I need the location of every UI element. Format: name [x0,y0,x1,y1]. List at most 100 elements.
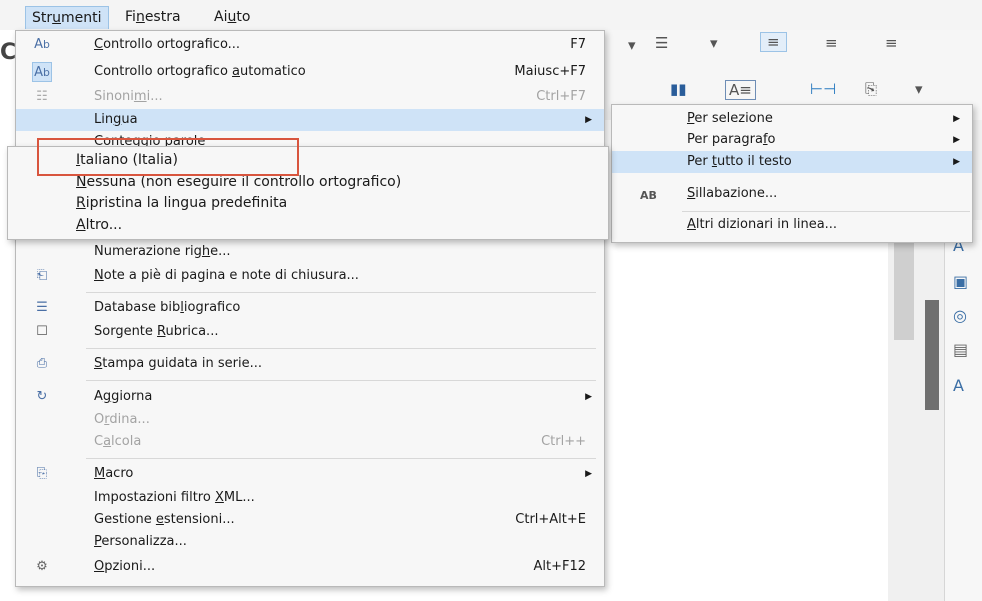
gallery-icon[interactable]: ▣ [953,272,975,292]
align-left-icon[interactable]: ≡ [760,32,787,52]
navigator-icon[interactable]: ◎ [953,306,975,326]
menu-item-address-book[interactable]: ☐ Sorgente Rubrica... [16,321,604,343]
submenu-item-more-dictionaries[interactable]: Altri dizionari in linea... [612,214,972,236]
document-partial-text: C [0,40,17,65]
menu-separator [86,380,596,381]
spellcheck-icon: Ab [34,37,50,52]
options-gear-icon: ⚙ [36,559,48,574]
menu-aiuto[interactable]: Aiuto [208,6,256,28]
shortcut-text: Ctrl+F7 [536,89,586,104]
submenu-item-label: Per selezione [687,111,773,126]
align-center-icon[interactable]: ≡ [825,34,838,52]
field-icon[interactable]: ⎘ [865,80,877,98]
submenu-item-label: Altri dizionari in linea... [687,217,838,232]
submenu-item-label: Sillabazione... [687,186,778,201]
submenu-arrow-icon: ▶ [585,469,592,479]
menu-item-update[interactable]: ↻ Aggiorna ▶ [16,386,604,408]
align-right-icon[interactable]: ≡ [885,34,898,52]
menu-item-label: Macro [94,466,134,481]
submenu-arrow-icon: ▶ [585,115,592,125]
menu-item-label: Sinonimi... [94,89,163,104]
refresh-icon: ↻ [36,389,48,404]
sidebar-collapse-handle[interactable] [925,300,939,410]
menu-item-label: Note a piè di pagina e note di chiusura.… [94,268,359,283]
page-area [828,180,888,601]
menu-item-label: Aggiorna [94,389,153,404]
shortcut-text: Maiusc+F7 [514,64,586,79]
submenu-arrow-icon: ▶ [953,157,960,167]
menu-separator [86,458,596,459]
menu-separator [86,292,596,293]
menu-strumenti[interactable]: Strumenti [25,6,109,29]
menu-item-language[interactable]: Lingua ▶ [16,109,604,131]
menu-finestra[interactable]: Finestra [119,6,187,28]
numbered-list-icon[interactable]: ☰ [655,34,668,52]
menu-item-options[interactable]: ⚙ Opzioni... Alt+F12 [16,556,604,578]
menu-item-auto-spellcheck[interactable]: Ab Controllo ortografico automatico Maiu… [16,61,604,83]
dropdown-arrow-icon[interactable]: ▾ [915,80,923,98]
menu-item-label: Lingua [94,112,138,127]
submenu-arrow-icon: ▶ [953,135,960,145]
language-option-label: Ripristina la lingua predefinita [76,195,288,211]
vertical-scrollbar[interactable] [894,230,914,340]
shortcut-text: Ctrl+Alt+E [515,512,586,527]
submenu-item-hyphenation[interactable]: AB Sillabazione... [612,183,972,205]
menu-item-label: Stampa guidata in serie... [94,356,262,371]
annotation-highlight-box [37,138,299,176]
page-icon[interactable]: ▤ [953,340,975,360]
menu-item-label: Impostazioni filtro XML... [94,490,255,505]
submenu-item-label: Per tutto il testo [687,154,792,169]
menu-item-spellcheck[interactable]: Ab Controllo ortografico... F7 [16,34,604,56]
language-option-more[interactable]: Altro... [76,214,122,236]
menu-item-sort: Ordina... [16,409,604,431]
language-option-reset-default[interactable]: Ripristina la lingua predefinita [76,192,287,214]
menu-strumenti-label: Strumenti [32,10,102,26]
shortcut-text: F7 [570,37,586,52]
menu-item-label: Controllo ortografico automatico [94,64,306,79]
horizontal-line-icon[interactable]: ⊢⊣ [810,80,836,98]
submenu-item-label: Per paragrafo [687,132,776,147]
menu-item-label: Ordina... [94,412,150,427]
footnote-icon: ⎗ [36,268,48,283]
bibliography-icon: ☰ [36,300,48,315]
tools-menu: Ab Controllo ortografico... F7 Ab Contro… [15,30,605,587]
language-submenu: Per selezione ▶ Per paragrafo ▶ Per tutt… [611,104,973,243]
dropdown-arrow-icon[interactable]: ▾ [628,36,636,54]
menu-item-label: Controllo ortografico... [94,37,241,52]
text-box-icon[interactable]: A≡ [725,80,756,100]
menu-item-macro[interactable]: ⎘ Macro ▶ [16,463,604,485]
menu-item-calculate: Calcola Ctrl++ [16,431,604,453]
menu-item-xml-filter[interactable]: Impostazioni filtro XML... [16,487,604,509]
auto-spellcheck-icon: Ab [32,62,52,82]
menu-item-label: Gestione estensioni... [94,512,235,527]
macro-icon: ⎘ [36,466,48,481]
submenu-item-for-selection[interactable]: Per selezione ▶ [612,108,972,130]
submenu-item-for-all-text[interactable]: Per tutto il testo ▶ [612,151,972,173]
menu-separator [682,211,970,212]
menu-item-line-numbering[interactable]: Numerazione righe... [16,241,604,263]
menu-separator [86,348,596,349]
menu-finestra-label: Finestra [125,9,181,25]
language-option-label: Altro... [76,217,123,233]
shortcut-text: Ctrl++ [541,434,586,449]
menu-item-customize[interactable]: Personalizza... [16,531,604,553]
menu-item-footnotes[interactable]: ⎗ Note a piè di pagina e note di chiusur… [16,265,604,287]
submenu-arrow-icon: ▶ [953,114,960,124]
thesaurus-icon: ☷ [36,89,48,104]
menu-item-extensions[interactable]: Gestione estensioni... Ctrl+Alt+E [16,509,604,531]
sidebar-deck: A ▣ ◎ ▤ A [944,220,982,601]
menu-item-bibliography[interactable]: ☰ Database bibliografico [16,297,604,319]
menu-aiuto-label: Aiuto [214,9,251,25]
menu-item-mail-merge[interactable]: ⎙ Stampa guidata in serie... [16,353,604,375]
menu-item-thesaurus: ☷ Sinonimi... Ctrl+F7 [16,86,604,108]
menu-item-label: Opzioni... [94,559,156,574]
address-book-icon: ☐ [36,324,48,339]
submenu-item-for-paragraph[interactable]: Per paragrafo ▶ [612,129,972,151]
style-inspector-icon[interactable]: A [953,376,975,396]
mail-merge-icon: ⎙ [36,356,48,371]
menu-item-label: Calcola [94,434,142,449]
menu-bar: Strumenti Finestra Aiuto [0,0,982,30]
chart-icon[interactable]: ▮▮ [670,80,687,98]
dropdown-arrow-icon[interactable]: ▾ [710,34,718,52]
menu-item-label: Personalizza... [94,534,187,549]
